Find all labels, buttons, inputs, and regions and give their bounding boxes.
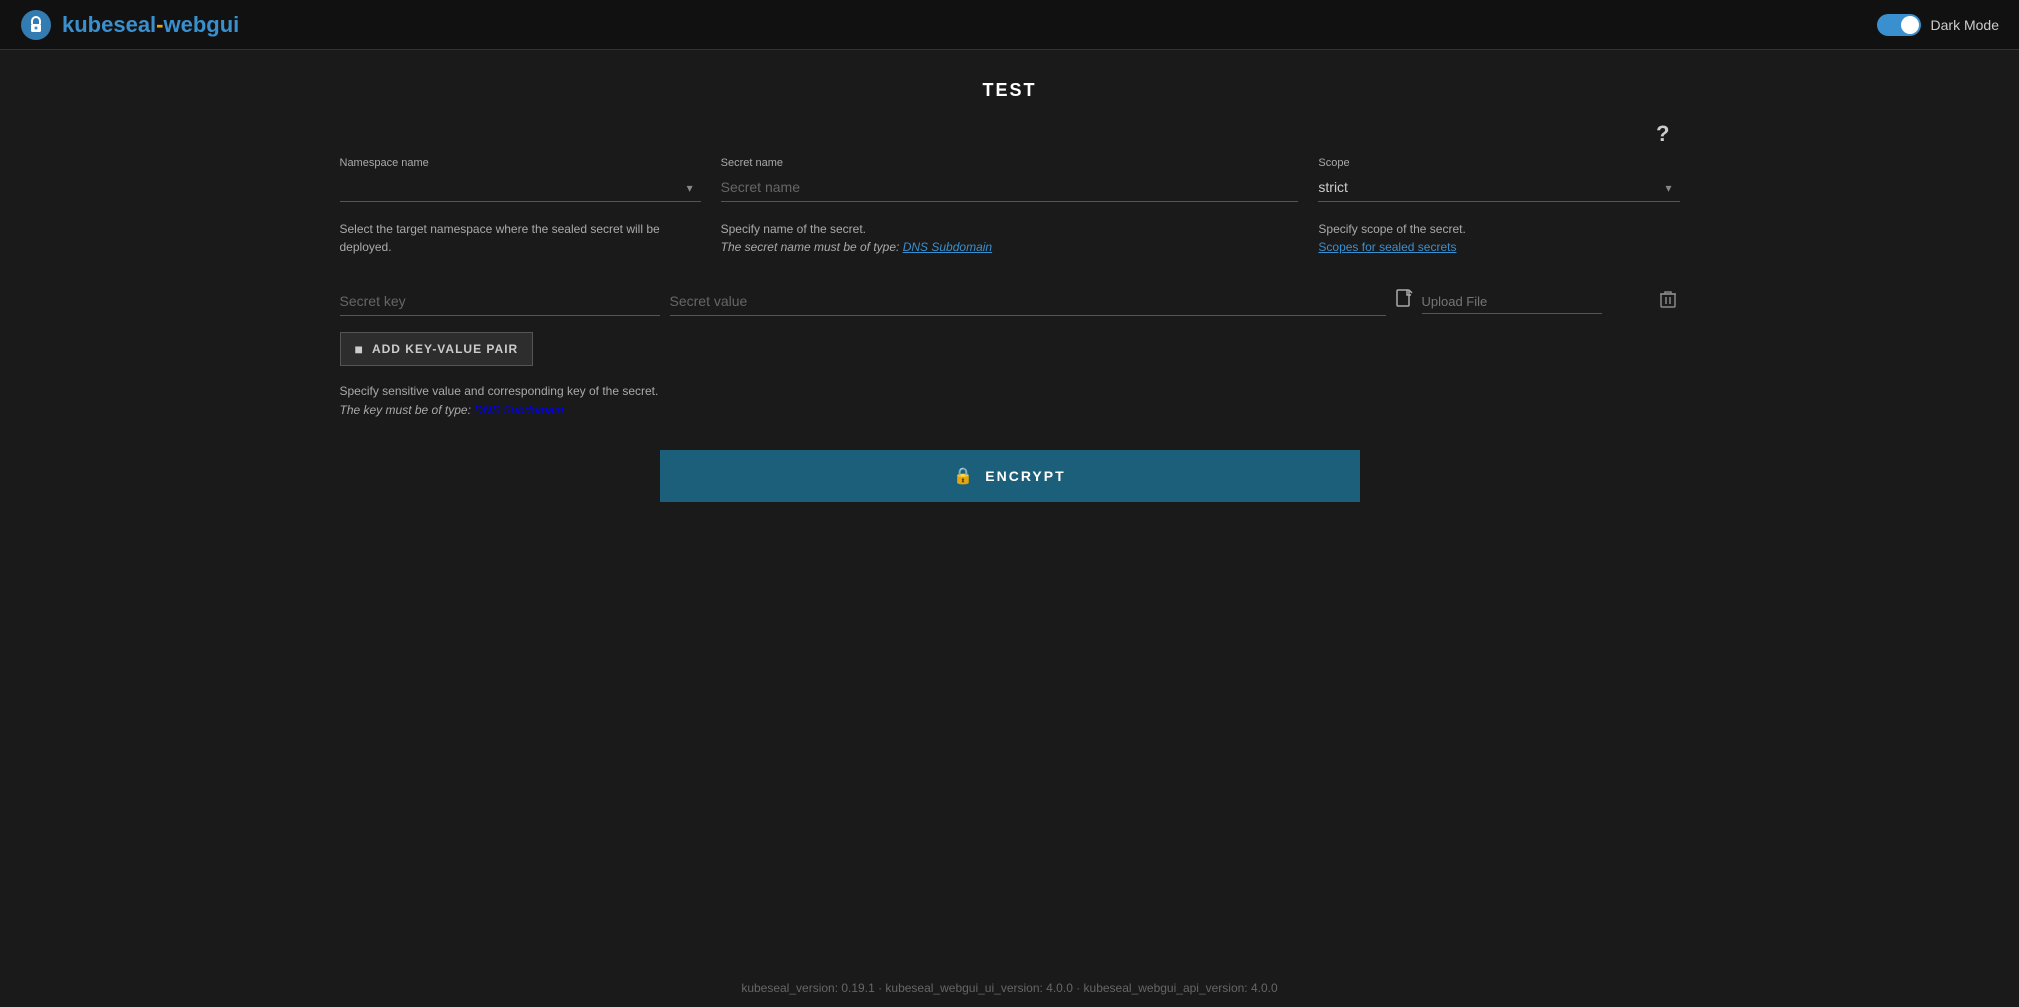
- add-kv-section: ■ ADD KEY-VALUE PAIR: [340, 332, 1680, 366]
- brand-kube: kubeseal: [62, 12, 156, 37]
- brand-webgui: webgui: [164, 12, 240, 37]
- add-kv-plus-icon: ■: [355, 341, 364, 357]
- upload-file-icon[interactable]: [1396, 289, 1414, 314]
- encrypt-button[interactable]: 🔒 ENCRYPT: [660, 450, 1360, 502]
- kv-value-group: [670, 287, 1386, 316]
- form-row-1-desc: Select the target namespace where the se…: [340, 212, 1680, 256]
- add-kv-label: ADD KEY-VALUE PAIR: [372, 342, 518, 356]
- scope-description: Specify scope of the secret. Scopes for …: [1318, 220, 1679, 256]
- namespace-desc: Select the target namespace where the se…: [340, 212, 701, 256]
- brand: kubeseal-webgui: [20, 9, 239, 41]
- secret-name-group: Secret name: [721, 157, 1299, 202]
- upload-file-input[interactable]: [1422, 290, 1602, 314]
- encrypt-section: 🔒 ENCRYPT: [340, 450, 1680, 502]
- namespace-select[interactable]: [340, 173, 701, 202]
- delete-kv-icon[interactable]: [1656, 286, 1680, 317]
- secret-name-input[interactable]: [721, 173, 1299, 202]
- help-section: ?: [340, 121, 1680, 147]
- kv-description: Specify sensitive value and correspondin…: [340, 382, 1680, 420]
- scope-select[interactable]: strict cluster-wide namespace-wide: [1318, 173, 1679, 202]
- page-title: TEST: [340, 80, 1680, 101]
- lock-icon: 🔒: [953, 466, 975, 486]
- kv-desc-line2: The key must be of type:: [340, 403, 475, 417]
- secret-key-input[interactable]: [340, 287, 660, 316]
- brand-title: kubeseal-webgui: [62, 12, 239, 38]
- footer-text: kubeseal_version: 0.19.1 · kubeseal_webg…: [741, 981, 1277, 995]
- kv-desc-line1: Specify sensitive value and correspondin…: [340, 384, 659, 398]
- add-kv-button[interactable]: ■ ADD KEY-VALUE PAIR: [340, 332, 534, 366]
- dark-mode-toggle[interactable]: [1877, 14, 1921, 36]
- logo-icon: [20, 9, 52, 41]
- secret-name-desc: Specify name of the secret. The secret n…: [721, 212, 1299, 256]
- namespace-group: Namespace name ▾: [340, 157, 701, 202]
- scopes-link[interactable]: Scopes for sealed secrets: [1318, 240, 1456, 254]
- navbar: kubeseal-webgui Dark Mode: [0, 0, 2019, 50]
- scope-desc: Specify scope of the secret. Scopes for …: [1318, 212, 1679, 256]
- secret-name-desc-italic: The secret name must be of type:: [721, 240, 903, 254]
- namespace-description: Select the target namespace where the se…: [340, 220, 701, 256]
- kv-row: [340, 286, 1680, 317]
- secret-value-input[interactable]: [670, 287, 1386, 316]
- form-row-1: Namespace name ▾ Secret name Scope stric…: [340, 157, 1680, 202]
- namespace-select-wrapper: ▾: [340, 173, 701, 202]
- help-icon[interactable]: ?: [1656, 121, 1669, 146]
- scope-group: Scope strict cluster-wide namespace-wide…: [1318, 157, 1679, 202]
- footer: kubeseal_version: 0.19.1 · kubeseal_webg…: [0, 969, 2019, 1007]
- secret-name-label: Secret name: [721, 157, 1299, 169]
- encrypt-label: ENCRYPT: [985, 468, 1065, 484]
- main-content: TEST ? Namespace name ▾ Secret name Scop…: [260, 50, 1760, 532]
- secret-name-description: Specify name of the secret. The secret n…: [721, 220, 1299, 256]
- dns-subdomain-link[interactable]: DNS Subdomain: [903, 240, 992, 254]
- dark-mode-section: Dark Mode: [1877, 14, 1999, 36]
- secret-name-desc-text: Specify name of the secret.: [721, 222, 866, 236]
- dark-mode-label: Dark Mode: [1931, 17, 1999, 33]
- kv-upload-group: [1396, 289, 1646, 314]
- scope-desc-text: Specify scope of the secret.: [1318, 222, 1465, 236]
- namespace-label: Namespace name: [340, 157, 701, 169]
- kv-dns-link[interactable]: DNS Subdomain: [474, 403, 563, 417]
- scope-select-wrapper: strict cluster-wide namespace-wide ▾: [1318, 173, 1679, 202]
- kv-key-group: [340, 287, 660, 316]
- scope-label: Scope: [1318, 157, 1679, 169]
- brand-separator: -: [156, 12, 163, 37]
